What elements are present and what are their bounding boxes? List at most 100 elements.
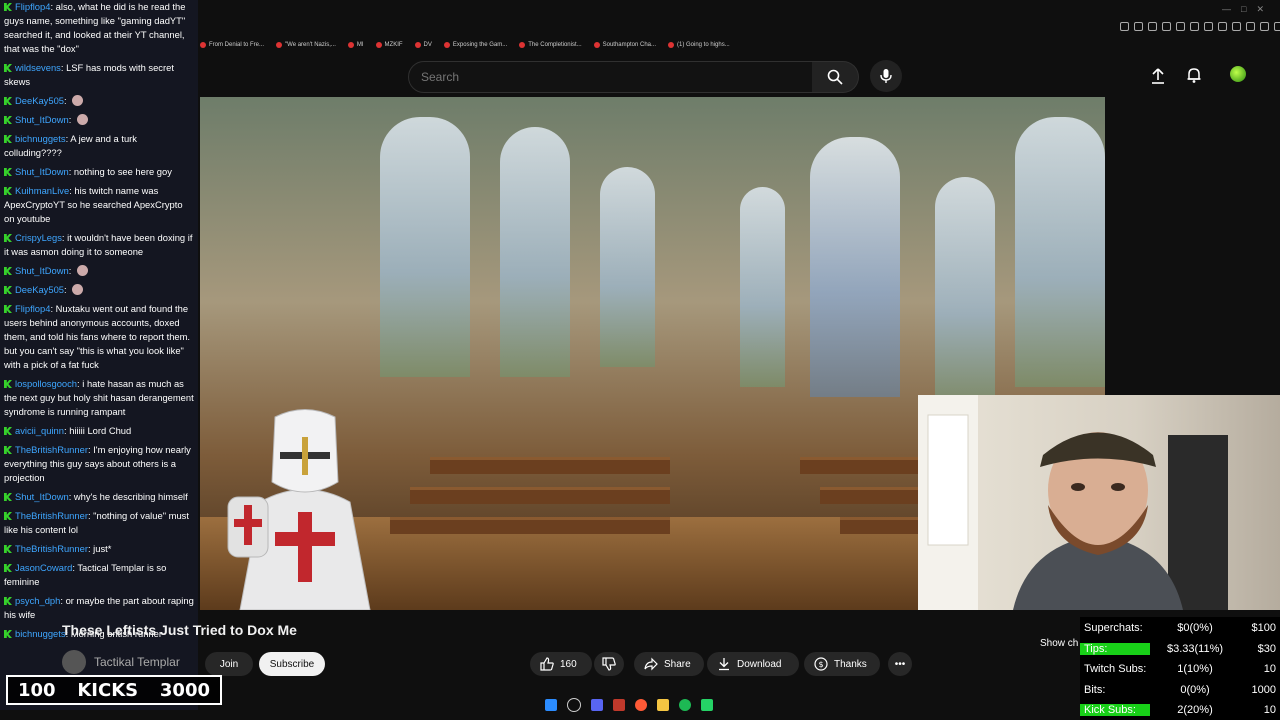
show-chat-button[interactable]: Show ch	[1040, 638, 1078, 649]
bookmark-icon	[375, 42, 382, 48]
bookmark-label: MI	[356, 42, 364, 48]
more-actions-button[interactable]: •••	[888, 652, 912, 676]
stat-goal: 10	[1263, 704, 1276, 716]
minimize-icon[interactable]: —	[1222, 4, 1231, 15]
bookmark-item[interactable]: (1) Going to highs...	[668, 38, 730, 52]
chat-username[interactable]: DeeKay505	[15, 284, 64, 295]
channel-info[interactable]: Tactikal Templar	[62, 650, 180, 674]
bookmark-icon	[443, 42, 450, 48]
chat-username[interactable]: DeeKay505	[15, 95, 64, 106]
kick-badge-icon	[4, 380, 12, 388]
kicks-current: 100	[18, 679, 56, 701]
thanks-button[interactable]: $ Thanks	[804, 652, 880, 676]
chat-username[interactable]: CrispyLegs	[15, 232, 62, 243]
bookmark-item[interactable]: DV	[414, 38, 432, 52]
stat-goal: 10	[1263, 663, 1276, 675]
chat-username[interactable]: wildsevens	[15, 62, 61, 73]
chat-message: avicii_quinn: hiiiii Lord Chud	[0, 424, 198, 438]
chat-username[interactable]: TheBritishRunner	[15, 543, 88, 554]
chat-username[interactable]: TheBritishRunner	[15, 510, 88, 521]
chat-username[interactable]: Shut_ItDown	[15, 491, 69, 502]
app-icon-2	[701, 699, 713, 711]
maximize-icon[interactable]: □	[1241, 4, 1246, 15]
kick-badge-icon	[4, 135, 12, 143]
chat-username[interactable]: JasonCoward	[15, 562, 72, 573]
live-chat-overlay: Flipflop4: also, what he did is he read …	[0, 0, 198, 710]
share-label: Share	[664, 658, 691, 670]
upload-icon[interactable]	[1150, 67, 1166, 85]
notifications-bell-icon[interactable]	[1186, 66, 1202, 84]
chat-username[interactable]: bichnuggets	[15, 133, 66, 144]
chat-text: just*	[93, 543, 112, 554]
stat-value: $3.33(11%)	[1166, 642, 1224, 655]
bookmark-label: The Completionist...	[528, 42, 582, 48]
chat-username[interactable]: avicii_quinn	[15, 425, 64, 436]
account-avatar[interactable]	[1230, 66, 1246, 82]
chat-message: TheBritishRunner: just*	[0, 542, 198, 556]
thumbs-up-icon	[540, 657, 554, 671]
chat-message: lospollosgooch: i hate hasan as much as …	[4, 378, 194, 417]
like-count: 160	[560, 658, 577, 670]
kick-badge-icon	[4, 493, 12, 501]
search-button[interactable]	[812, 61, 859, 93]
search-taskbar-icon	[567, 698, 581, 712]
stat-row: Bits: 0(0%) 1000	[1080, 680, 1276, 700]
chat-text: why's he describing himself	[73, 491, 188, 502]
download-label: Download	[737, 658, 782, 670]
browser-extension-icons[interactable]	[1120, 22, 1280, 31]
bookmark-item[interactable]: MZKIF	[375, 38, 403, 52]
dislike-button[interactable]	[594, 652, 624, 676]
subscribe-button[interactable]: Subscribe	[259, 652, 325, 676]
close-icon[interactable]: ✕	[1256, 4, 1264, 15]
webcam-feed	[918, 395, 1280, 610]
stat-label: Superchats:	[1084, 622, 1143, 634]
chat-username[interactable]: Shut_ItDown	[15, 114, 69, 125]
chat-username[interactable]: Flipflop4	[15, 303, 50, 314]
chat-username[interactable]: TheBritishRunner	[15, 444, 88, 455]
like-button[interactable]: 160	[530, 652, 592, 676]
bookmark-label: Exposing the Gam...	[452, 42, 508, 48]
search-box[interactable]	[408, 61, 814, 93]
bookmark-item[interactable]: "We aren't Nazis,...	[276, 38, 336, 52]
thanks-dollar-icon: $	[814, 657, 828, 671]
kick-badge-icon	[4, 97, 12, 105]
bookmark-icon	[668, 42, 674, 48]
search-input[interactable]	[409, 62, 813, 92]
stat-row: Twitch Subs: 1(10%) 10	[1080, 659, 1276, 679]
kick-badge-icon	[4, 545, 12, 553]
chat-username[interactable]: bichnuggets	[15, 628, 66, 639]
chat-username[interactable]: Shut_ItDown	[15, 166, 69, 177]
bookmark-item[interactable]: MI	[347, 38, 364, 52]
chat-username[interactable]: Flipflop4	[15, 1, 50, 12]
chat-message: TheBritishRunner: I'm enjoying how nearl…	[4, 444, 191, 483]
window-controls[interactable]: — □ ✕	[1222, 4, 1264, 15]
chat-message: KuihmanLive: his twitch name was ApexCry…	[4, 185, 183, 224]
emote-icon	[76, 265, 88, 276]
download-button[interactable]: Download	[707, 652, 799, 676]
svg-text:$: $	[818, 660, 823, 669]
bookmark-item[interactable]: From Denial to Fre...	[200, 38, 264, 52]
emote-icon	[72, 284, 84, 295]
stat-value: 2(20%)	[1177, 704, 1213, 716]
join-button[interactable]: Join	[205, 652, 253, 676]
voice-search-button[interactable]	[870, 60, 902, 92]
download-icon	[719, 658, 729, 671]
channel-name[interactable]: Tactikal Templar	[94, 655, 180, 669]
bookmark-item[interactable]: Southampton Cha...	[593, 38, 656, 52]
kick-badge-icon	[4, 187, 12, 195]
bookmark-item[interactable]: Exposing the Gam...	[443, 38, 508, 52]
discord-icon	[591, 699, 603, 711]
stat-row: Kick Subs: 2(20%) 10	[1080, 700, 1276, 720]
chat-username[interactable]: psych_dph	[15, 595, 60, 606]
kicks-goal-bar: 100 KICKS 3000	[6, 675, 222, 705]
chat-username[interactable]: lospollosgooch	[15, 378, 77, 389]
chat-username[interactable]: KuihmanLive	[15, 185, 69, 196]
taskbar[interactable]	[545, 698, 713, 712]
kick-badge-icon	[4, 305, 12, 313]
chat-username[interactable]: Shut_ItDown	[15, 265, 69, 276]
share-button[interactable]: Share	[634, 652, 704, 676]
bookmark-item[interactable]: The Completionist...	[519, 38, 582, 52]
kick-badge-icon	[4, 597, 12, 605]
channel-avatar[interactable]	[62, 650, 86, 674]
chat-message: psych_dph: or maybe the part about rapin…	[4, 595, 194, 620]
